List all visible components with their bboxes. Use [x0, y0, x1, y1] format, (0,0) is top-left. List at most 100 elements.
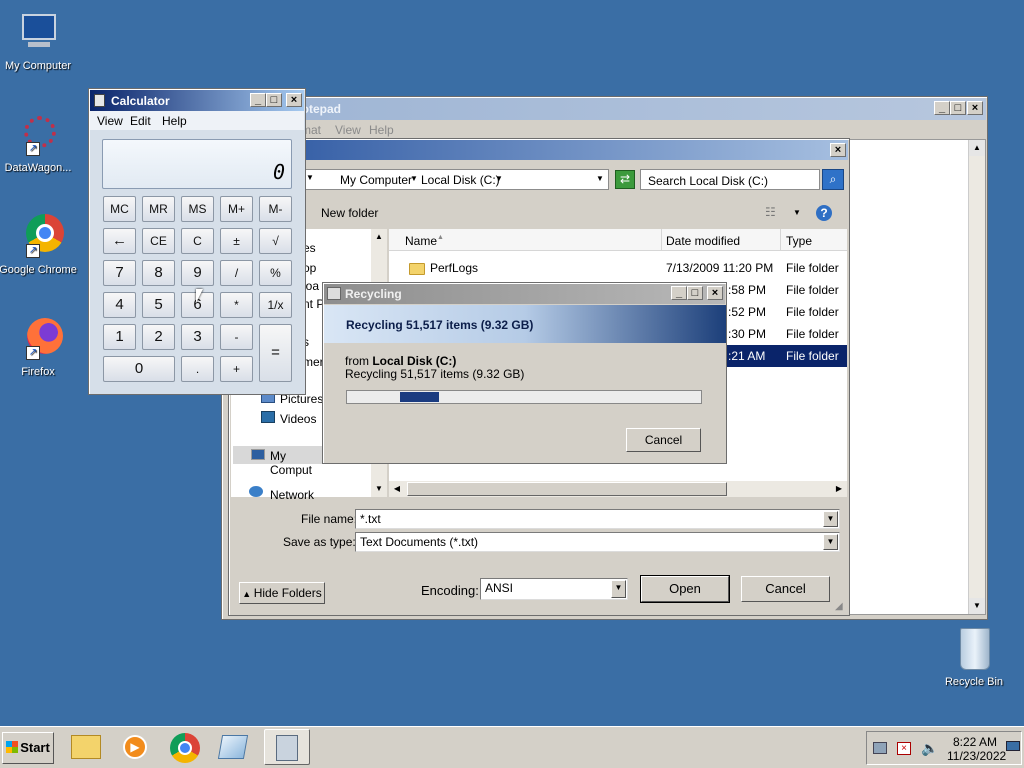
refresh-icon[interactable]: ⇄ [615, 170, 635, 189]
taskbar-calculator[interactable] [264, 729, 310, 765]
encoding-select[interactable]: ANSI ▼ [480, 578, 628, 600]
key-m-plus-button[interactable]: M+ [220, 196, 253, 222]
save-as-type-select[interactable]: Text Documents (*.txt) ▼ [355, 532, 840, 552]
desktop-icon-datawagon[interactable]: ↗ DataWagon... [0, 112, 78, 174]
close-button[interactable]: × [830, 143, 846, 157]
close-button[interactable]: × [286, 93, 302, 107]
menu-view[interactable]: View [335, 123, 361, 137]
chevron-down-icon[interactable]: ▼ [793, 208, 801, 217]
menu-edit[interactable]: Edit [130, 114, 151, 128]
key-3-button[interactable]: 3 [181, 324, 214, 350]
breadcrumb-my-computer[interactable]: My Computer [340, 173, 412, 187]
desktop-icon-my-computer[interactable]: My Computer [0, 10, 78, 72]
cancel-button[interactable]: Cancel [741, 576, 830, 602]
breadcrumb-local-disk[interactable]: Local Disk (C:) [421, 173, 500, 187]
key-backspace-button[interactable]: ← [103, 228, 136, 254]
key-equals-button[interactable]: = [259, 324, 292, 382]
minimize-button[interactable]: _ [671, 286, 687, 300]
desktop-icon-recycle-bin[interactable]: Recycle Bin [934, 626, 1014, 688]
open-dialog-titlebar: × [230, 140, 848, 160]
chevron-down-icon[interactable]: ▼ [823, 534, 838, 550]
key-2-button[interactable]: 2 [142, 324, 175, 350]
key-multiply-button[interactable]: * [220, 292, 253, 318]
key-m-minus-button[interactable]: M- [259, 196, 292, 222]
start-button[interactable]: Start [2, 732, 54, 764]
table-row[interactable]: PerfLogs 7/13/2009 11:20 PM File folder [389, 257, 847, 279]
file-list-hscrollbar[interactable]: ◀ ▶ [389, 481, 847, 497]
key-decimal-button[interactable]: . [181, 356, 214, 382]
key-5-button[interactable]: 5 [142, 292, 175, 318]
search-icon[interactable]: ⌕ [822, 169, 844, 190]
maximize-button[interactable]: □ [950, 101, 966, 115]
menu-help[interactable]: Help [369, 123, 394, 137]
taskbar-media-player[interactable]: ▶ [115, 729, 155, 765]
taskbar-chrome[interactable] [165, 729, 205, 765]
network-icon [249, 486, 263, 497]
maximize-button[interactable]: □ [266, 93, 282, 107]
clock-date[interactable]: 11/23/2022 [947, 749, 1006, 763]
key-percent-button[interactable]: % [259, 260, 292, 286]
network-icon[interactable] [873, 742, 887, 754]
key-negate-button[interactable]: ± [220, 228, 253, 254]
volume-icon[interactable]: 🔈 [921, 740, 938, 757]
key-divide-button[interactable]: / [220, 260, 253, 286]
clock-time[interactable]: 8:22 AM [953, 735, 997, 749]
nav-my-computer[interactable]: My Comput [233, 446, 325, 477]
minimize-button[interactable]: _ [934, 101, 950, 115]
key-c-button[interactable]: C [181, 228, 214, 254]
column-type[interactable]: Type [786, 234, 812, 248]
show-desktop-icon[interactable] [1006, 741, 1020, 751]
recycling-banner: Recycling 51,517 items (9.32 GB) [324, 305, 726, 343]
minimize-button[interactable]: _ [250, 93, 266, 107]
key-1-button[interactable]: 1 [103, 324, 136, 350]
key-reciprocal-button[interactable]: 1/x [259, 292, 292, 318]
chevron-down-icon[interactable]: ▼ [611, 580, 626, 598]
notepad-vscrollbar[interactable]: ▲ ▼ [968, 140, 985, 614]
desktop-icon-chrome[interactable]: ↗ Google Chrome [0, 214, 78, 276]
close-button[interactable]: × [967, 101, 983, 115]
security-alert-icon[interactable]: × [897, 742, 911, 755]
new-folder-button[interactable]: New folder [321, 206, 378, 220]
computer-icon [251, 449, 265, 460]
chevron-down-icon[interactable]: ▼ [596, 174, 604, 183]
key-add-button[interactable]: + [220, 356, 253, 382]
key-sqrt-button[interactable]: √ [259, 228, 292, 254]
cancel-button[interactable]: Cancel [626, 428, 701, 452]
folder-icon [409, 262, 425, 275]
view-options-icon[interactable]: ☷ [765, 205, 776, 219]
table-row-selected[interactable]: :21 AM File folder [725, 345, 847, 367]
column-date-modified[interactable]: Date modified [666, 234, 740, 248]
key-9-button[interactable]: 9 [181, 260, 214, 286]
key-mr-button[interactable]: MR [142, 196, 175, 222]
key-4-button[interactable]: 4 [103, 292, 136, 318]
key-0-button[interactable]: 0 [103, 356, 175, 382]
taskbar-explorer[interactable] [66, 729, 106, 765]
key-ce-button[interactable]: CE [142, 228, 175, 254]
nav-videos[interactable]: Videos [280, 412, 316, 426]
display-value: 0 [272, 160, 285, 184]
maximize-button[interactable]: □ [687, 286, 703, 300]
desktop-icon-firefox[interactable]: ↗ Firefox [0, 316, 78, 378]
notepad-icon [217, 735, 249, 759]
key-7-button[interactable]: 7 [103, 260, 136, 286]
menu-view[interactable]: View [97, 114, 123, 128]
menu-help[interactable]: Help [162, 114, 187, 128]
open-button[interactable]: Open [640, 575, 730, 603]
hide-folders-button[interactable]: ▲ Hide Folders [239, 582, 325, 604]
chrome-icon [170, 733, 200, 763]
key-8-button[interactable]: 8 [142, 260, 175, 286]
taskbar-notepad[interactable] [213, 729, 253, 765]
nav-network[interactable]: Network [270, 488, 314, 502]
close-button[interactable]: × [707, 286, 723, 300]
resize-grip[interactable]: ◢ [835, 601, 843, 612]
chevron-down-icon[interactable]: ▼ [823, 511, 838, 527]
key-mc-button[interactable]: MC [103, 196, 136, 222]
help-icon[interactable]: ? [816, 205, 832, 221]
key-subtract-button[interactable]: - [220, 324, 253, 350]
notepad-text-area[interactable] [849, 139, 986, 615]
search-input[interactable]: Search Local Disk (C:) [640, 169, 820, 190]
column-name[interactable]: Name [405, 234, 437, 248]
file-name-input[interactable]: *.txt ▼ [355, 509, 840, 529]
key-ms-button[interactable]: MS [181, 196, 214, 222]
address-bar[interactable]: ▼ My Computer ▼ Local Disk (C:) ▼ ▼ [301, 169, 609, 190]
